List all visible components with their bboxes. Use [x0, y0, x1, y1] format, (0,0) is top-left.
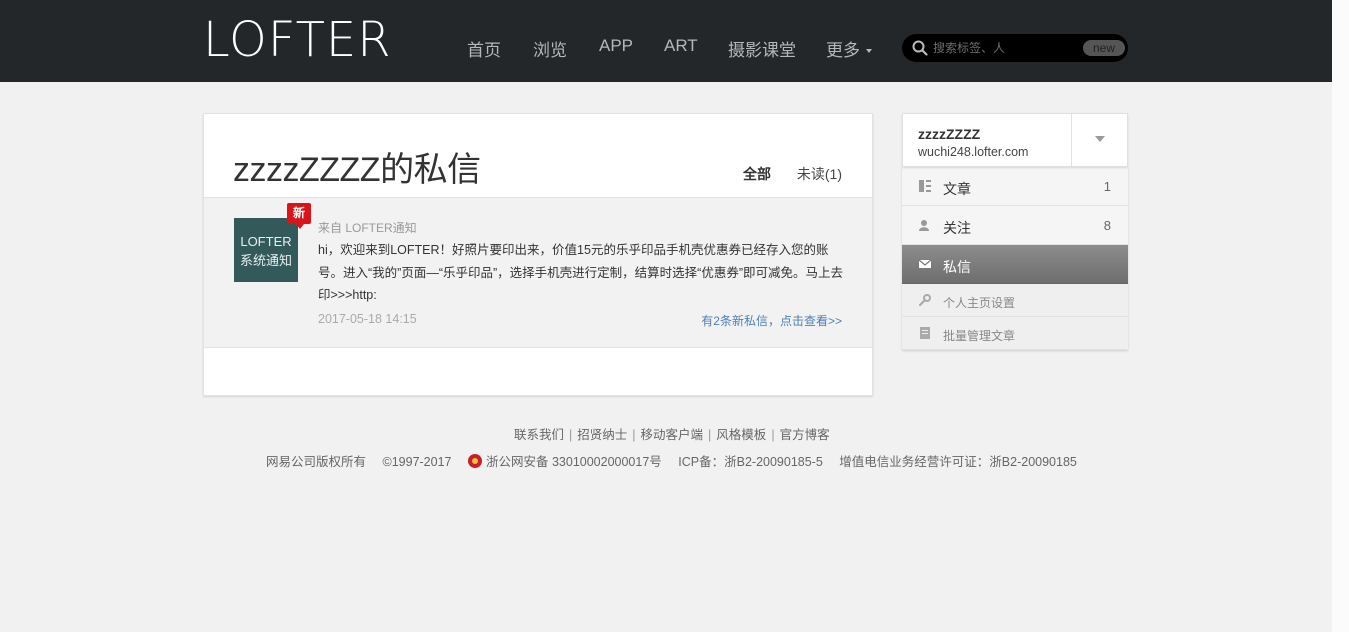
- user-card: zzzzZZZZ wuchi248.lofter.com: [902, 113, 1128, 167]
- footer-years: ©1997-2017: [382, 455, 452, 469]
- chevron-down-icon: [866, 48, 872, 53]
- scrollbar-track[interactable]: [1332, 0, 1349, 632]
- sidebar-item-count: 1: [1103, 179, 1111, 194]
- footer-legal: 网易公司版权所有 ©1997-2017 浙公网安备 33010002000017…: [266, 451, 1090, 470]
- sidebar-item-label: 文章: [943, 181, 971, 197]
- search-input[interactable]: [933, 38, 1073, 58]
- police-badge-icon: [467, 454, 482, 468]
- message-body: hi，欢迎来到LOFTER！好照片要印出来，价值15元的乐乎印品手机壳优惠券已经…: [318, 243, 843, 302]
- footer-divider: |: [632, 428, 636, 442]
- nav-browse[interactable]: 浏览: [533, 36, 567, 61]
- footer-license[interactable]: 增值电信业务经营许可证：浙B2-20090185: [839, 455, 1077, 469]
- user-name[interactable]: zzzzZZZZ: [918, 126, 980, 142]
- footer-link-jobs[interactable]: 招贤纳士: [577, 428, 627, 442]
- message-time: 2017-05-18 14:15: [318, 312, 417, 326]
- user-menu-toggle[interactable]: [1071, 114, 1127, 166]
- wrench-icon: [919, 294, 931, 306]
- avatar[interactable]: LOFTER 系统通知: [234, 218, 298, 282]
- article-icon: [919, 180, 931, 192]
- more-messages-link[interactable]: 有2条新私信，点击查看>>: [701, 312, 842, 329]
- nav-more-label: 更多: [826, 41, 860, 60]
- top-navigation-bar: LOFTER 首页 浏览 APP ART 摄影课堂 更多 new: [0, 0, 1332, 82]
- sidebar-item-count: 8: [1103, 218, 1111, 233]
- document-icon: [920, 327, 930, 339]
- footer-link-mobile[interactable]: 移动客户端: [641, 428, 704, 442]
- sidebar-item-messages[interactable]: 私信: [902, 245, 1128, 284]
- new-tag: 新: [287, 203, 311, 229]
- footer-divider: |: [771, 428, 775, 442]
- footer-link-templates[interactable]: 风格模板: [716, 428, 766, 442]
- footer-copyright: 网易公司版权所有: [266, 455, 367, 469]
- page-title: zzzzZZZZ的私信: [233, 151, 481, 189]
- footer-links: 联系我们 | 招贤纳士 | 移动客户端 | 风格模板 | 官方博客: [514, 424, 830, 443]
- search-icon[interactable]: [912, 40, 928, 56]
- footer-link-blog[interactable]: 官方博客: [780, 428, 830, 442]
- nav-home[interactable]: 首页: [467, 36, 501, 61]
- user-domain[interactable]: wuchi248.lofter.com: [918, 145, 1028, 159]
- nav-more[interactable]: 更多: [826, 36, 872, 61]
- footer-divider: |: [569, 428, 573, 442]
- footer-police-text: 浙公网安备 33010002000017号: [485, 455, 662, 469]
- follow-icon: [919, 220, 929, 231]
- sidebar-item-label: 个人主页设置: [943, 296, 1016, 310]
- new-badge: new: [1083, 40, 1125, 56]
- footer-divider: |: [708, 428, 712, 442]
- sidebar-menu: 文章 1 关注 8 私信 个人主页设置 批量管理文章: [902, 167, 1128, 350]
- sidebar: zzzzZZZZ wuchi248.lofter.com 文章 1 关注 8 私…: [902, 113, 1128, 350]
- sidebar-item-articles[interactable]: 文章 1: [902, 167, 1128, 206]
- tab-all[interactable]: 全部: [743, 164, 771, 184]
- footer-icp[interactable]: ICP备：浙B2-20090185-5: [678, 455, 823, 469]
- messages-panel: zzzzZZZZ的私信 全部 未读(1) LOFTER 系统通知 新 来自 LO…: [203, 113, 873, 396]
- nav-photo-class[interactable]: 摄影课堂: [728, 36, 796, 61]
- message-tabs: 全部 未读(1): [721, 164, 842, 184]
- sidebar-item-homepage-settings[interactable]: 个人主页设置: [902, 284, 1128, 317]
- message-item: LOFTER 系统通知 新 来自 LOFTER通知 hi，欢迎来到LOFTER！…: [204, 197, 872, 348]
- tab-unread[interactable]: 未读(1): [797, 164, 842, 184]
- nav-app[interactable]: APP: [599, 36, 633, 56]
- sidebar-item-label: 批量管理文章: [943, 329, 1016, 343]
- search-box: new: [902, 34, 1128, 62]
- footer-police[interactable]: 浙公网安备 33010002000017号: [467, 454, 662, 469]
- message-sender: 来自 LOFTER通知: [318, 221, 417, 235]
- footer-link-contact[interactable]: 联系我们: [514, 428, 564, 442]
- sidebar-item-label: 私信: [943, 259, 971, 275]
- mail-icon: [919, 259, 931, 268]
- sidebar-item-batch-manage[interactable]: 批量管理文章: [902, 317, 1128, 350]
- lofter-logo[interactable]: LOFTER: [203, 14, 392, 66]
- avatar-line2: 系统通知: [239, 253, 292, 268]
- sidebar-item-label: 关注: [943, 220, 971, 236]
- sidebar-item-following[interactable]: 关注 8: [902, 206, 1128, 245]
- nav-art[interactable]: ART: [664, 36, 698, 56]
